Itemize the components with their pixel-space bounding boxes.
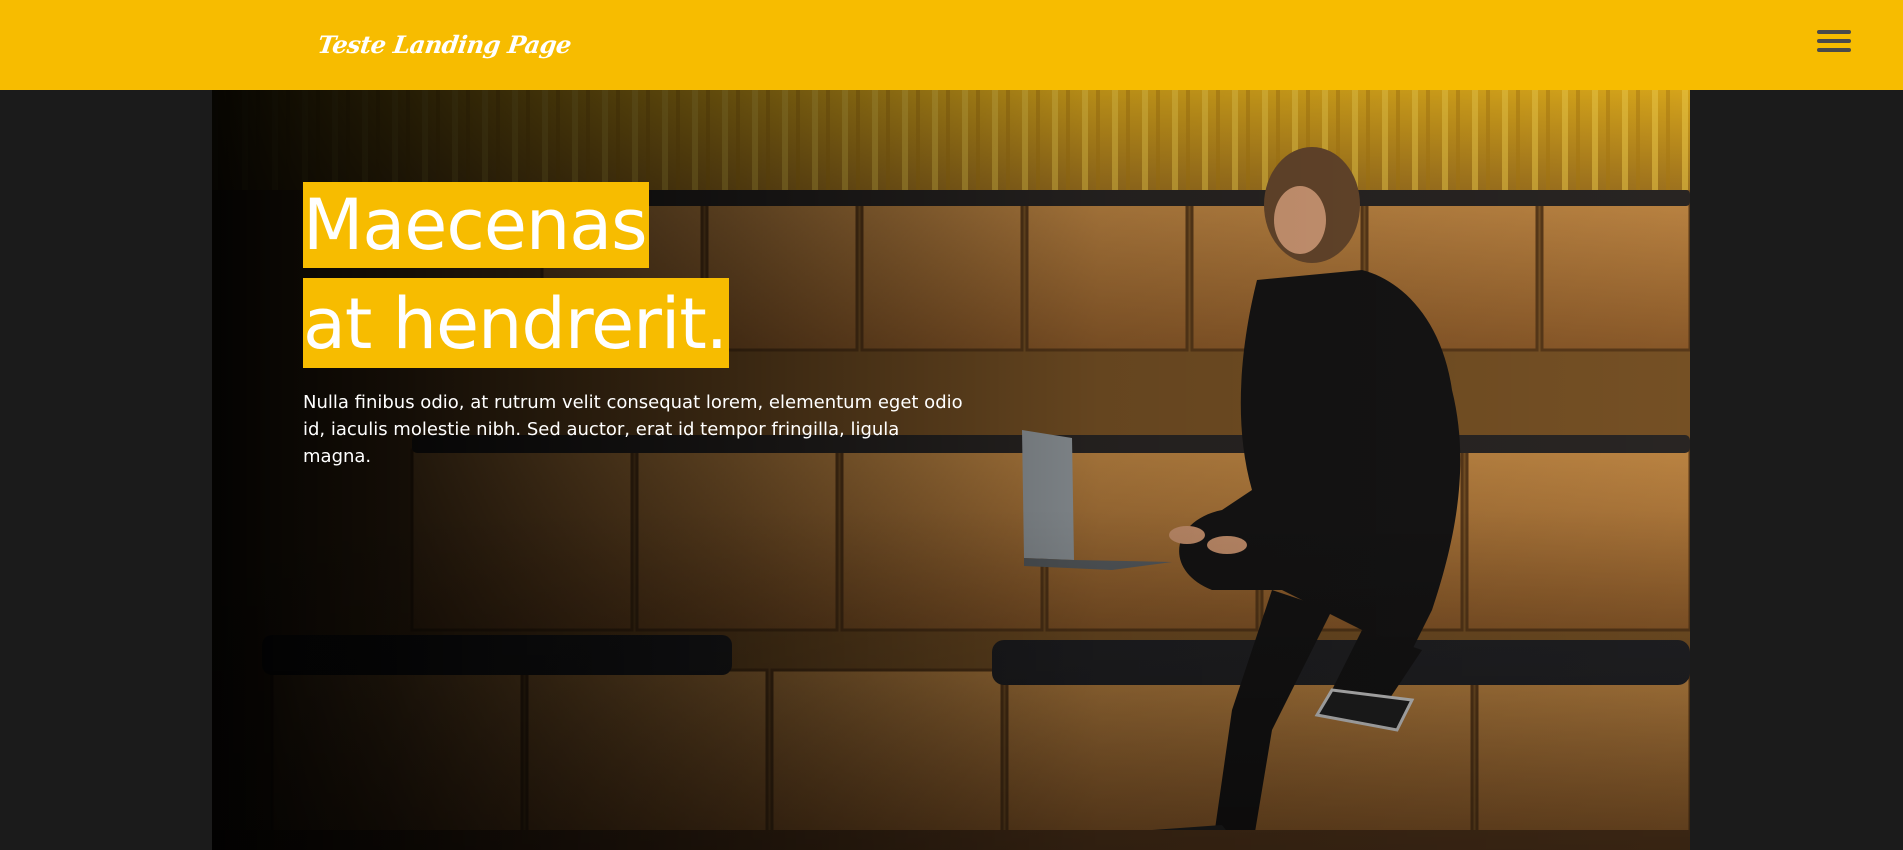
hamburger-menu-icon (1817, 30, 1851, 34)
headline-line-1: Maecenas (303, 182, 649, 268)
hero-description: Nulla finibus odio, at rutrum velit cons… (303, 392, 963, 467)
hero-headline: Maecenas at hendrerit. (303, 182, 730, 368)
hamburger-menu-icon-bar (1817, 48, 1851, 52)
hero-headline-block: Maecenas at hendrerit. (303, 182, 730, 368)
headline-line-2: at hendrerit. (303, 278, 730, 368)
top-navbar: Teste Landing Page (0, 0, 1903, 90)
hamburger-menu-icon-bar (1817, 39, 1851, 43)
hamburger-menu-button[interactable] (1815, 26, 1853, 58)
site-logo[interactable]: Teste Landing Page (316, 30, 573, 59)
